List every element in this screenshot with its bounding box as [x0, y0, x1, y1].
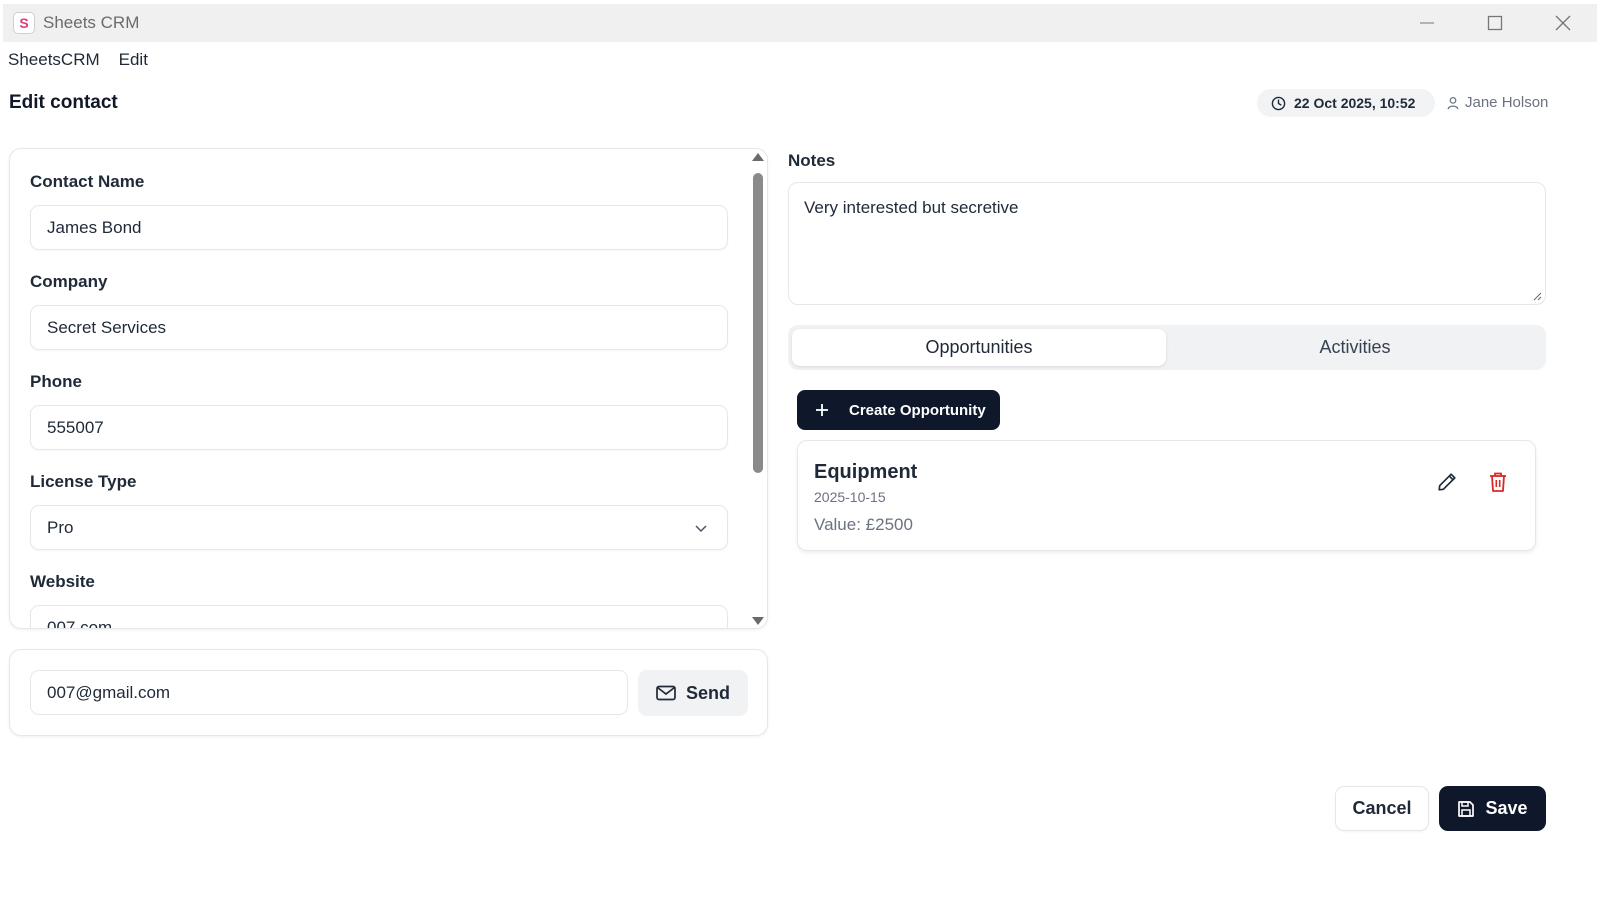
- scroll-thumb[interactable]: [753, 173, 763, 473]
- contact-name-label: Contact Name: [30, 172, 145, 191]
- create-opportunity-label: Create Opportunity: [849, 401, 986, 419]
- trash-icon[interactable]: [1488, 471, 1508, 493]
- email-card: 007@gmail.com Send: [9, 649, 768, 736]
- menu-item-edit[interactable]: Edit: [119, 50, 148, 70]
- maximize-icon: [1487, 15, 1503, 31]
- license-type-value: Pro: [47, 517, 74, 537]
- license-type-label: License Type: [30, 472, 137, 491]
- clock-icon: [1271, 96, 1286, 110]
- website-input[interactable]: 007.com: [30, 605, 728, 628]
- app-logo-icon: S: [13, 12, 35, 34]
- detail-tabs: Opportunities Activities: [788, 325, 1546, 370]
- resize-grip-icon[interactable]: [1532, 291, 1542, 301]
- maximize-button[interactable]: [1461, 4, 1529, 42]
- license-type-select[interactable]: Pro: [30, 505, 728, 550]
- email-input[interactable]: 007@gmail.com: [30, 670, 628, 715]
- close-icon: [1555, 15, 1571, 31]
- opportunity-title: Equipment: [814, 461, 918, 483]
- contact-form-card: Contact Name James Bond Company Secret S…: [9, 148, 768, 629]
- datetime-text: 22 Oct 2025, 10:52: [1294, 95, 1416, 111]
- window-controls: [1393, 4, 1597, 42]
- cancel-button[interactable]: Cancel: [1335, 786, 1429, 831]
- page-title: Edit contact: [9, 92, 118, 113]
- mail-icon: [656, 685, 676, 701]
- window-titlebar: S Sheets CRM: [3, 4, 1597, 42]
- current-user: Jane Holson: [1446, 94, 1548, 111]
- website-label: Website: [30, 572, 95, 591]
- pencil-icon[interactable]: [1436, 471, 1458, 493]
- datetime-badge: 22 Oct 2025, 10:52: [1257, 89, 1435, 117]
- company-input[interactable]: Secret Services: [30, 305, 728, 350]
- notes-textarea[interactable]: Very interested but secretive: [788, 182, 1546, 305]
- notes-text: Very interested but secretive: [804, 198, 1019, 217]
- create-opportunity-button[interactable]: Create Opportunity: [797, 390, 1000, 430]
- save-icon: [1458, 800, 1475, 817]
- contact-name-input[interactable]: James Bond: [30, 205, 728, 250]
- menu-bar: SheetsCRM Edit: [8, 50, 148, 70]
- scroll-up-icon[interactable]: [752, 153, 764, 161]
- save-button[interactable]: Save: [1439, 786, 1546, 831]
- company-label: Company: [30, 272, 108, 291]
- tab-opportunities[interactable]: Opportunities: [792, 329, 1166, 366]
- chevron-down-icon: [695, 525, 707, 533]
- send-email-button[interactable]: Send: [638, 670, 748, 716]
- user-name: Jane Holson: [1465, 94, 1549, 111]
- window-title: Sheets CRM: [43, 13, 140, 32]
- scroll-down-icon[interactable]: [752, 617, 764, 625]
- minimize-icon: [1420, 22, 1434, 24]
- menu-item-sheetscrm[interactable]: SheetsCRM: [8, 50, 100, 70]
- user-icon: [1447, 96, 1459, 109]
- phone-input[interactable]: 555007: [30, 405, 728, 450]
- notes-label: Notes: [788, 151, 836, 170]
- opportunity-date: 2025-10-15: [814, 489, 886, 505]
- minimize-button[interactable]: [1393, 4, 1461, 42]
- phone-label: Phone: [30, 372, 82, 391]
- form-scrollbar[interactable]: [752, 153, 764, 625]
- send-label: Send: [685, 682, 730, 703]
- plus-icon: [816, 404, 828, 416]
- opportunity-value: Value: £2500: [814, 515, 913, 534]
- tab-activities[interactable]: Activities: [1168, 329, 1542, 366]
- save-label: Save: [1485, 798, 1528, 818]
- close-button[interactable]: [1529, 4, 1597, 42]
- opportunity-card: Equipment 2025-10-15 Value: £2500: [797, 440, 1536, 551]
